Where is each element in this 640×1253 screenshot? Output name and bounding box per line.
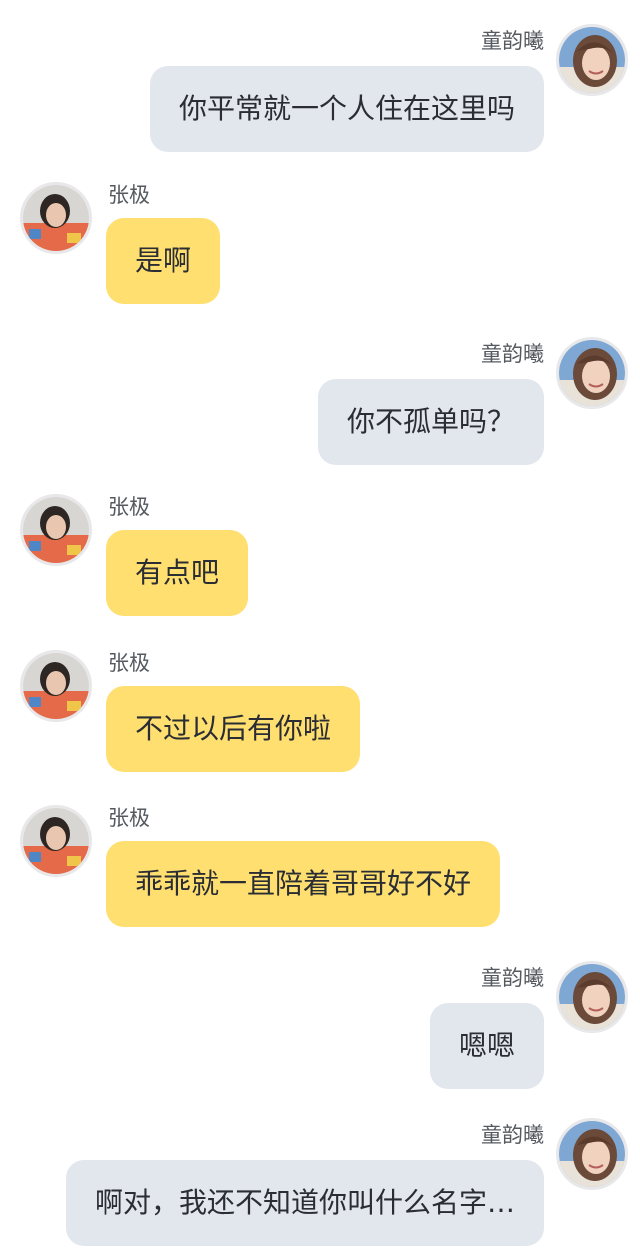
chat-message: 张极 不过以后有你啦: [0, 650, 640, 780]
chat-message: 张极 乖乖就一直陪着哥哥好不好: [0, 805, 640, 935]
chat-message: 童韵曦 嗯嗯: [0, 937, 640, 1097]
message-bubble[interactable]: 不过以后有你啦: [106, 686, 361, 772]
chat-message: 童韵曦 啊对，我还不知道你叫什么名字…: [0, 1094, 640, 1253]
message-bubble[interactable]: 是啊: [106, 218, 221, 304]
sender-name: 童韵曦: [481, 966, 544, 990]
chat-message: 童韵曦 你不孤单吗？: [0, 313, 640, 473]
message-bubble[interactable]: 乖乖就一直陪着哥哥好不好: [106, 841, 501, 927]
girl-avatar-icon[interactable]: [556, 1118, 628, 1190]
message-bubble[interactable]: 嗯嗯: [429, 1003, 544, 1089]
sender-name: 童韵曦: [481, 1123, 544, 1147]
message-bubble[interactable]: 你平常就一个人住在这里吗: [149, 66, 544, 152]
chat-message: 张极 有点吧: [0, 494, 640, 624]
boy-avatar-icon[interactable]: [20, 182, 92, 254]
chat-message: 张极 是啊: [0, 182, 640, 312]
girl-avatar-icon[interactable]: [556, 961, 628, 1033]
message-bubble[interactable]: 有点吧: [106, 530, 249, 616]
message-bubble[interactable]: 啊对，我还不知道你叫什么名字…: [65, 1160, 544, 1246]
sender-name: 张极: [108, 183, 150, 207]
sender-name: 张极: [108, 651, 150, 675]
girl-avatar-icon[interactable]: [556, 337, 628, 409]
boy-avatar-icon[interactable]: [20, 805, 92, 877]
sender-name: 童韵曦: [481, 29, 544, 53]
girl-avatar-icon[interactable]: [556, 24, 628, 96]
sender-name: 张极: [108, 495, 150, 519]
chat-message: 童韵曦 你平常就一个人住在这里吗: [0, 0, 640, 160]
sender-name: 张极: [108, 806, 150, 830]
sender-name: 童韵曦: [481, 342, 544, 366]
boy-avatar-icon[interactable]: [20, 650, 92, 722]
message-bubble[interactable]: 你不孤单吗？: [317, 379, 544, 465]
boy-avatar-icon[interactable]: [20, 494, 92, 566]
